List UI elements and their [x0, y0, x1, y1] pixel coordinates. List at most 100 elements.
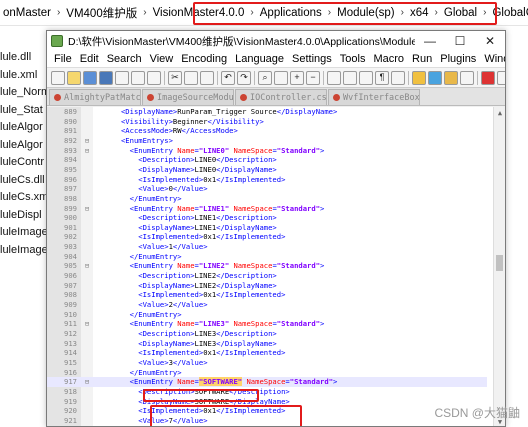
code-line[interactable]: 916 </EnumEntry>: [47, 368, 487, 378]
code-line[interactable]: 920 <IsImplemented>0x1</IsImplemented>: [47, 406, 487, 416]
show-all-chars-icon[interactable]: ¶: [375, 70, 389, 85]
new-file-icon[interactable]: [51, 70, 65, 85]
vertical-scrollbar[interactable]: ▲ ▼: [493, 107, 505, 426]
menu-language[interactable]: Language: [231, 53, 288, 65]
scroll-thumb[interactable]: [496, 255, 503, 271]
file-item[interactable]: luleContr: [0, 155, 52, 170]
close-file-icon[interactable]: [115, 70, 129, 85]
code-line[interactable]: 906 <Description>LINE2</Description>: [47, 271, 487, 281]
file-item[interactable]: luleCs.dll: [0, 173, 52, 188]
code-line[interactable]: 905 ⊟ <EnumEntry Name="LINE2" NameSpace="…: [47, 261, 487, 271]
file-item[interactable]: luleAlgor: [0, 138, 52, 153]
breadcrumb-item[interactable]: Module(sp): [334, 7, 398, 19]
code-line[interactable]: 919 <DisplayName>SOFTWARE</DisplayName>: [47, 397, 487, 407]
menu-view[interactable]: View: [146, 53, 178, 65]
monitoring-icon[interactable]: [460, 70, 474, 85]
file-item[interactable]: luleCs.xml: [0, 190, 52, 205]
code-line[interactable]: 908 <IsImplemented>0x1</IsImplemented>: [47, 290, 487, 300]
code-line[interactable]: 897 <Value>0</Value>: [47, 184, 487, 194]
code-line[interactable]: 893 ⊟ <EnumEntry Name="LINE0" NameSpace="…: [47, 146, 487, 156]
code-line[interactable]: 891 <AccessMode>RW</AccessMode>: [47, 126, 487, 136]
file-item[interactable]: luleImage: [0, 225, 52, 240]
file-item[interactable]: luleImage: [0, 243, 52, 258]
code-line[interactable]: 909 <Value>2</Value>: [47, 300, 487, 310]
menu-tools[interactable]: Tools: [336, 53, 370, 65]
explorer-address-bar[interactable]: onMaster › VM400维护版 › VisionMaster4.0.0 …: [0, 0, 528, 26]
code-editor[interactable]: 889 <DisplayName>RunParam_Trigger Source…: [47, 107, 505, 426]
menu-search[interactable]: Search: [103, 53, 146, 65]
code-line[interactable]: 894 <Description>LINE0</Description>: [47, 155, 487, 165]
code-line[interactable]: 889 <DisplayName>RunParam_Trigger Source…: [47, 107, 487, 117]
menu-window[interactable]: Window: [480, 53, 505, 65]
document-tab[interactable]: ImageSourceModule.log: [142, 89, 234, 105]
menu-macro[interactable]: Macro: [369, 53, 408, 65]
code-line[interactable]: 911 ⊟ <EnumEntry Name="LINE3" NameSpace="…: [47, 319, 487, 329]
breadcrumb-item[interactable]: VisionMaster4.0.0: [150, 7, 248, 19]
code-line[interactable]: 917 ⊟ <EnumEntry Name="SOFTWARE" NameSpac…: [47, 377, 487, 387]
replace-icon[interactable]: [274, 70, 288, 85]
code-line[interactable]: 892 ⊟ <EnumEntrys>: [47, 136, 487, 146]
sync-horizontal-icon[interactable]: [343, 70, 357, 85]
record-macro-icon[interactable]: [481, 70, 495, 85]
breadcrumb-item[interactable]: onMaster: [0, 7, 54, 19]
scroll-up-icon[interactable]: ▲: [494, 107, 505, 119]
find-icon[interactable]: ⌕: [258, 70, 272, 85]
file-item[interactable]: luleDispl: [0, 208, 52, 223]
code-line[interactable]: 910 </EnumEntry>: [47, 310, 487, 320]
code-line[interactable]: 907 <DisplayName>LINE2</DisplayName>: [47, 281, 487, 291]
code-line[interactable]: 898 </EnumEntry>: [47, 194, 487, 204]
menu-encoding[interactable]: Encoding: [177, 53, 231, 65]
title-bar[interactable]: D:\软件\VisionMaster\VM400维护版\VisionMaster…: [47, 31, 505, 51]
menu-run[interactable]: Run: [408, 53, 436, 65]
code-line[interactable]: 915 <Value>3</Value>: [47, 358, 487, 368]
open-file-icon[interactable]: [67, 70, 81, 85]
document-tab[interactable]: WvfInterfaceBox.h: [328, 89, 420, 105]
breadcrumb-item[interactable]: x64: [407, 7, 432, 19]
indent-guide-icon[interactable]: [391, 70, 405, 85]
zoom-out-icon[interactable]: −: [306, 70, 320, 85]
document-tab[interactable]: AlmightyPatMatchCpp.h: [49, 89, 141, 105]
save-all-icon[interactable]: [99, 70, 113, 85]
file-item[interactable]: lule_Norm: [0, 85, 52, 100]
file-item[interactable]: lule.xml: [0, 68, 52, 83]
folder-workspace-icon[interactable]: [444, 70, 458, 85]
menu-settings[interactable]: Settings: [288, 53, 336, 65]
print-icon[interactable]: [147, 70, 161, 85]
stop-macro-icon[interactable]: [497, 70, 505, 85]
code-line[interactable]: 899 ⊟ <EnumEntry Name="LINE1" NameSpace="…: [47, 204, 487, 214]
fold-toggle-icon[interactable]: ⊟: [82, 204, 92, 214]
code-line[interactable]: 890 <Visibility>Beginner</Visibility>: [47, 117, 487, 127]
breadcrumb-item[interactable]: GlobalCameraModule: [489, 7, 528, 19]
code-line[interactable]: 900 <Description>LINE1</Description>: [47, 213, 487, 223]
cut-icon[interactable]: ✂: [168, 70, 182, 85]
fold-toggle-icon[interactable]: ⊟: [82, 146, 92, 156]
save-icon[interactable]: [83, 70, 97, 85]
code-line[interactable]: 918 <Description>SOFTWARE</Description>: [47, 387, 487, 397]
fold-toggle-icon[interactable]: ⊟: [82, 377, 92, 387]
code-line[interactable]: 902 <IsImplemented>0x1</IsImplemented>: [47, 232, 487, 242]
fold-toggle-icon[interactable]: ⊟: [82, 136, 92, 146]
code-line[interactable]: 901 <DisplayName>LINE1</DisplayName>: [47, 223, 487, 233]
doc-map-icon[interactable]: [412, 70, 426, 85]
document-tab[interactable]: IOController.cs: [235, 89, 327, 105]
file-item[interactable]: lule.dll: [0, 50, 52, 65]
code-line[interactable]: 896 <IsImplemented>0x1</IsImplemented>: [47, 175, 487, 185]
code-line[interactable]: 914 <IsImplemented>0x1</IsImplemented>: [47, 348, 487, 358]
maximize-button[interactable]: ☐: [445, 31, 475, 51]
breadcrumb-item[interactable]: VM400维护版: [63, 5, 140, 21]
fold-toggle-icon[interactable]: ⊟: [82, 261, 92, 271]
sync-vertical-icon[interactable]: [327, 70, 341, 85]
zoom-in-icon[interactable]: +: [290, 70, 304, 85]
menu-file[interactable]: File: [50, 53, 76, 65]
breadcrumb-item[interactable]: Global: [441, 7, 480, 19]
minimize-button[interactable]: —: [415, 31, 445, 51]
code-line[interactable]: 895 <DisplayName>LINE0</DisplayName>: [47, 165, 487, 175]
close-button[interactable]: ✕: [475, 31, 505, 51]
breadcrumb-item[interactable]: Applications: [257, 7, 325, 19]
paste-icon[interactable]: [200, 70, 214, 85]
code-line[interactable]: 904 </EnumEntry>: [47, 252, 487, 262]
code-line[interactable]: 913 <DisplayName>LINE3</DisplayName>: [47, 339, 487, 349]
undo-icon[interactable]: ↶: [221, 70, 235, 85]
code-line[interactable]: 903 <Value>1</Value>: [47, 242, 487, 252]
function-list-icon[interactable]: [428, 70, 442, 85]
